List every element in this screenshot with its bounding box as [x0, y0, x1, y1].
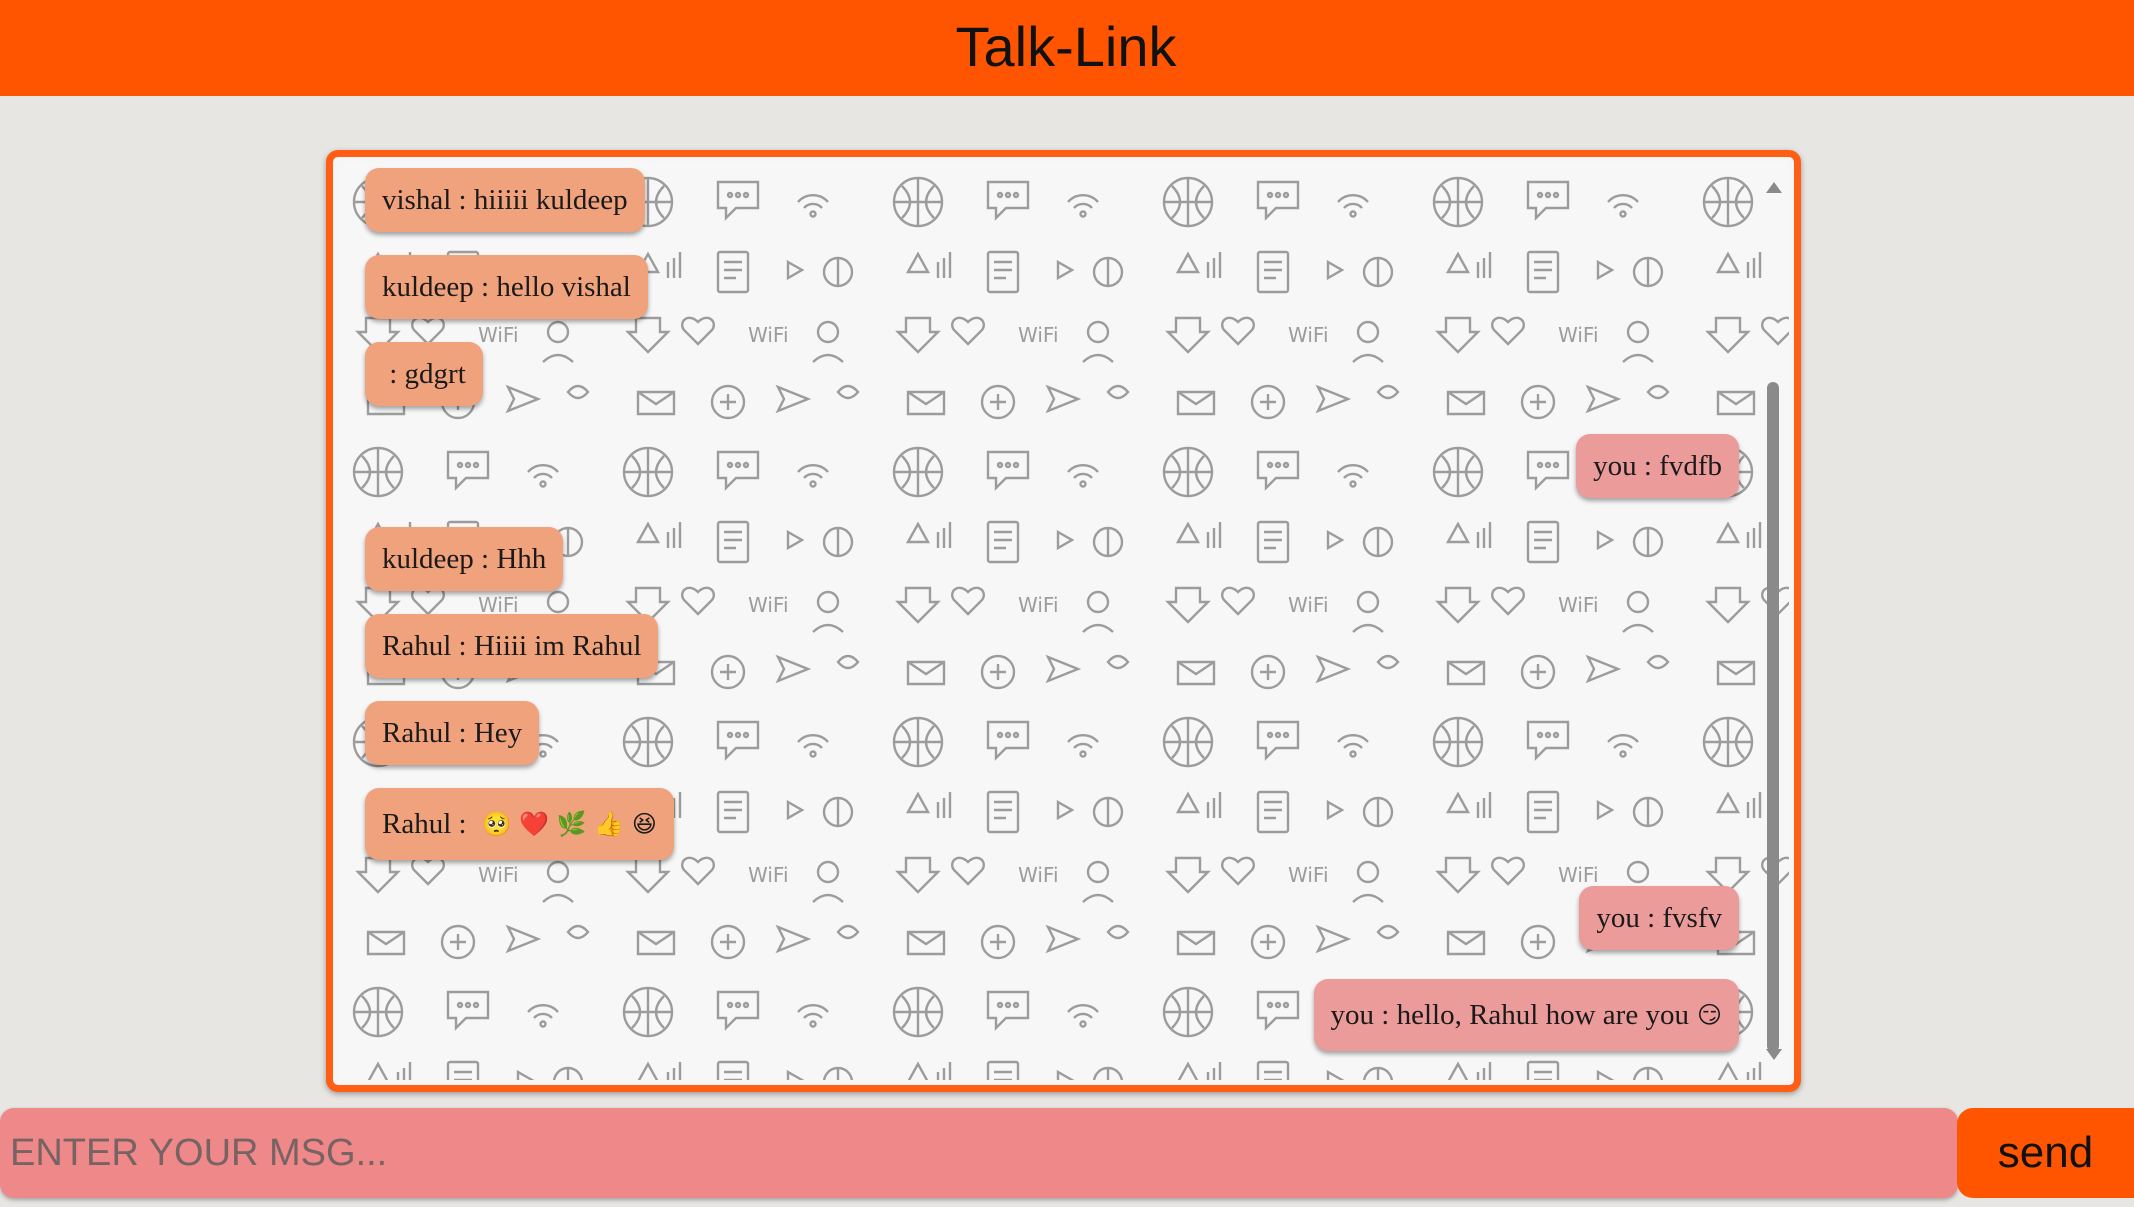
scroll-up-arrow-icon[interactable]: [1766, 182, 1782, 193]
message-text: you : fvdfb: [1593, 449, 1722, 482]
message-text: Rahul : Hey: [382, 716, 523, 749]
outgoing-message-bubble: you : hello, Rahul how are you 😏: [1313, 979, 1739, 1051]
message-text: kuldeep : hello vishal: [382, 270, 631, 303]
message-list[interactable]: WiFi vishal : hiiiii kuldeepkuldeep : he…: [338, 162, 1789, 1080]
incoming-message-bubble: Rahul : Hiiii im Rahul: [365, 614, 659, 678]
app-header: Talk-Link: [0, 0, 2134, 96]
outgoing-message-bubble: you : fvdfb: [1576, 434, 1739, 498]
scrollbar[interactable]: [1765, 182, 1782, 1060]
incoming-message-bubble: kuldeep : Hhh: [365, 527, 564, 591]
message-emoji: 😏: [1696, 1001, 1722, 1029]
incoming-message-bubble: Rahul : 🥺 ❤️ 🌿 👍 😆: [365, 788, 674, 860]
scroll-thumb[interactable]: [1767, 382, 1779, 1052]
messages-container: vishal : hiiiii kuldeep kuldeep : hello v…: [338, 162, 1789, 1080]
app-title: Talk-Link: [955, 14, 1177, 78]
incoming-message-bubble: Rahul : Hey: [365, 701, 540, 765]
outgoing-message-bubble: you : fvsfv: [1579, 886, 1739, 950]
message-text: Rahul :: [382, 807, 474, 840]
message-emoji: 🥺 ❤️ 🌿 👍 😆: [481, 810, 657, 838]
incoming-message-bubble: vishal : hiiiii kuldeep: [365, 168, 645, 232]
send-button[interactable]: send: [1957, 1108, 2134, 1198]
scroll-down-arrow-icon[interactable]: [1766, 1049, 1782, 1060]
message-text: Rahul : Hiiii im Rahul: [382, 629, 642, 662]
incoming-message-bubble: : gdgrt: [365, 342, 483, 406]
message-text: you : hello, Rahul how are you: [1330, 998, 1689, 1031]
incoming-message-bubble: kuldeep : hello vishal: [365, 255, 648, 319]
message-text: kuldeep : Hhh: [382, 542, 547, 575]
message-text: you : fvsfv: [1596, 901, 1722, 934]
message-text: : gdgrt: [382, 357, 466, 390]
chat-window: WiFi vishal : hiiiii kuldeepkuldeep : he…: [326, 150, 1801, 1092]
message-text: vishal : hiiiii kuldeep: [382, 183, 628, 216]
message-input[interactable]: [0, 1108, 1958, 1198]
